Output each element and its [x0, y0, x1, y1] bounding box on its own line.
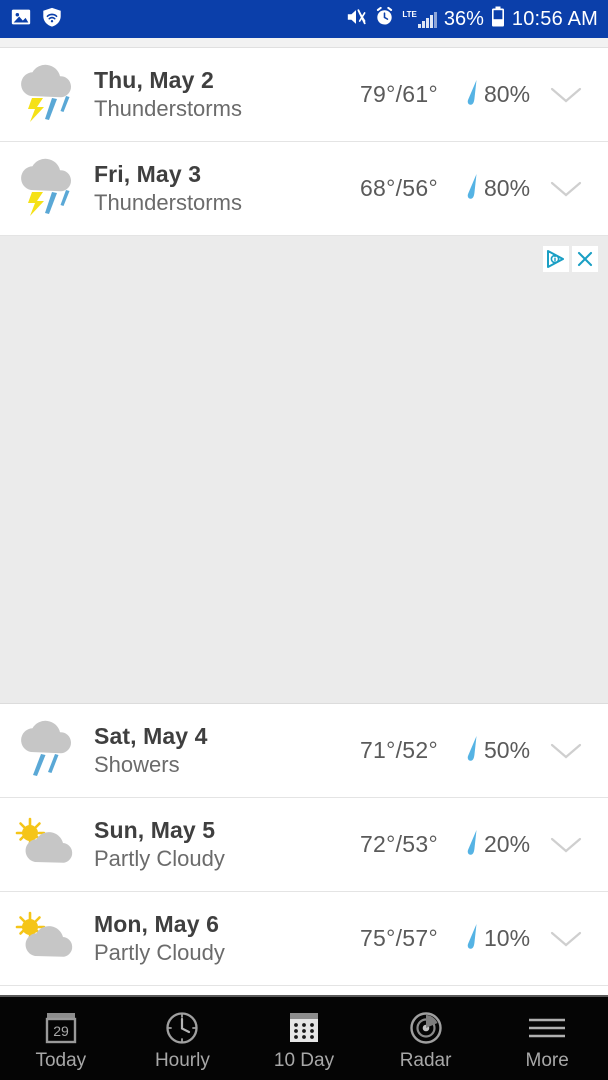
forecast-precip-label: 20%: [484, 831, 531, 857]
forecast-precip-group: 80%: [438, 77, 538, 112]
nav-label-more: More: [525, 1050, 569, 1071]
raindrop-icon: [464, 171, 480, 206]
forecast-row[interactable]: Sat, May 4 Showers 71°/52° 50%: [0, 704, 608, 798]
nav-label-10day: 10 Day: [273, 1050, 335, 1071]
chevron-down-icon[interactable]: [538, 179, 594, 199]
raindrop-icon: [464, 921, 480, 956]
calendar-grid-icon: [285, 1011, 323, 1045]
nav-label-hourly: Hourly: [154, 1050, 210, 1071]
forecast-row[interactable]: Thu, May 2 Thunderstorms 79°/61° 80%: [0, 48, 608, 142]
forecast-temperature-label: 75°/57°: [359, 925, 438, 951]
forecast-row[interactable]: Sun, May 5 Partly Cloudy 72°/53° 20%: [0, 798, 608, 892]
forecast-precip-label: 80%: [484, 175, 531, 201]
chevron-down-icon[interactable]: [538, 835, 594, 855]
raindrop-icon: [464, 77, 480, 112]
forecast-precip-group: 10%: [438, 921, 538, 956]
forecast-condition-label: Thunderstorms: [94, 189, 242, 215]
clock-icon: [164, 1011, 200, 1045]
forecast-temperature-label: 72°/53°: [359, 831, 438, 857]
lte-label: LTE: [402, 9, 417, 19]
close-icon[interactable]: [572, 246, 598, 272]
forecast-precip-label: 80%: [484, 81, 531, 107]
signal-bars-icon: [417, 11, 437, 28]
forecast-row-text: Sat, May 4 Showers: [86, 722, 318, 779]
nav-item-10day[interactable]: 10 Day: [243, 997, 365, 1080]
forecast-temperature-label: 79°/61°: [359, 81, 438, 107]
battery-percent-label: 36%: [443, 7, 484, 30]
forecast-precip-label: 10%: [484, 925, 531, 951]
weather-app-screen: LTE 36% 10:56 AM Thu, May 2 Thunderstorm…: [0, 0, 608, 1080]
image-icon: [10, 6, 32, 33]
chevron-down-icon[interactable]: [538, 741, 594, 761]
forecast-day-label: Thu, May 2: [94, 66, 214, 93]
raindrop-icon: [464, 733, 480, 768]
raindrop-icon: [464, 827, 480, 862]
today-date-badge: 29: [53, 1023, 69, 1039]
forecast-day-label: Fri, May 3: [94, 160, 202, 187]
lte-signal-icon: LTE: [402, 9, 437, 28]
alarm-icon: [374, 6, 395, 32]
forecast-row-text: Thu, May 2 Thunderstorms: [86, 66, 318, 123]
chevron-down-icon[interactable]: [538, 85, 594, 105]
chevron-down-icon[interactable]: [538, 929, 594, 949]
forecast-precip-group: 50%: [438, 733, 538, 768]
forecast-day-label: Mon, May 6: [94, 910, 219, 937]
forecast-condition-label: Partly Cloudy: [94, 939, 225, 965]
advertisement-banner[interactable]: [0, 236, 608, 704]
adchoices-icon[interactable]: [543, 246, 569, 272]
battery-icon: [491, 6, 505, 33]
status-bar-right-cluster: LTE 36% 10:56 AM: [345, 6, 598, 33]
wifi-shield-icon: [41, 6, 63, 33]
forecast-row-text: Mon, May 6 Partly Cloudy: [86, 910, 318, 967]
forecast-list-top: Thu, May 2 Thunderstorms 79°/61° 80% Fri…: [0, 48, 608, 236]
partly-cloudy-icon: [8, 815, 86, 875]
forecast-precip-group: 80%: [438, 171, 538, 206]
bottom-navigation-bar: 29 Today Hourly 10 Day Radar More: [0, 995, 608, 1080]
nav-item-more[interactable]: More: [486, 997, 608, 1080]
thunderstorm-icon: [8, 156, 86, 222]
forecast-day-label: Sat, May 4: [94, 722, 208, 749]
clock-label: 10:56 AM: [511, 7, 598, 30]
partly-cloudy-icon: [8, 909, 86, 969]
calendar-today-icon: 29: [42, 1011, 80, 1045]
nav-item-today[interactable]: 29 Today: [0, 997, 122, 1080]
radar-icon: [408, 1011, 444, 1045]
forecast-condition-label: Showers: [94, 751, 180, 777]
showers-icon: [8, 718, 86, 784]
forecast-precip-label: 50%: [484, 737, 531, 763]
forecast-temperature-label: 68°/56°: [359, 175, 438, 201]
nav-item-hourly[interactable]: Hourly: [122, 997, 244, 1080]
forecast-temperature-label: 71°/52°: [359, 737, 438, 763]
forecast-day-label: Sun, May 5: [94, 816, 216, 843]
forecast-row-text: Sun, May 5 Partly Cloudy: [86, 816, 318, 873]
forecast-condition-label: Partly Cloudy: [94, 845, 225, 871]
forecast-condition-label: Thunderstorms: [94, 95, 242, 121]
nav-item-radar[interactable]: Radar: [365, 997, 487, 1080]
forecast-row-text: Fri, May 3 Thunderstorms: [86, 160, 318, 217]
ad-controls: [543, 246, 598, 272]
forecast-row[interactable]: Mon, May 6 Partly Cloudy 75°/57° 10%: [0, 892, 608, 986]
forecast-list-bottom: Sat, May 4 Showers 71°/52° 50% Sun, May …: [0, 704, 608, 986]
status-bar-gap: [0, 38, 608, 48]
status-bar: LTE 36% 10:56 AM: [0, 0, 608, 38]
forecast-precip-group: 20%: [438, 827, 538, 862]
forecast-row[interactable]: Fri, May 3 Thunderstorms 68°/56° 80%: [0, 142, 608, 236]
mute-icon: [345, 7, 367, 32]
status-bar-left-icons: [10, 6, 63, 33]
hamburger-menu-icon: [526, 1011, 568, 1045]
nav-label-radar: Radar: [399, 1050, 452, 1071]
nav-label-today: Today: [35, 1050, 87, 1071]
thunderstorm-icon: [8, 62, 86, 128]
